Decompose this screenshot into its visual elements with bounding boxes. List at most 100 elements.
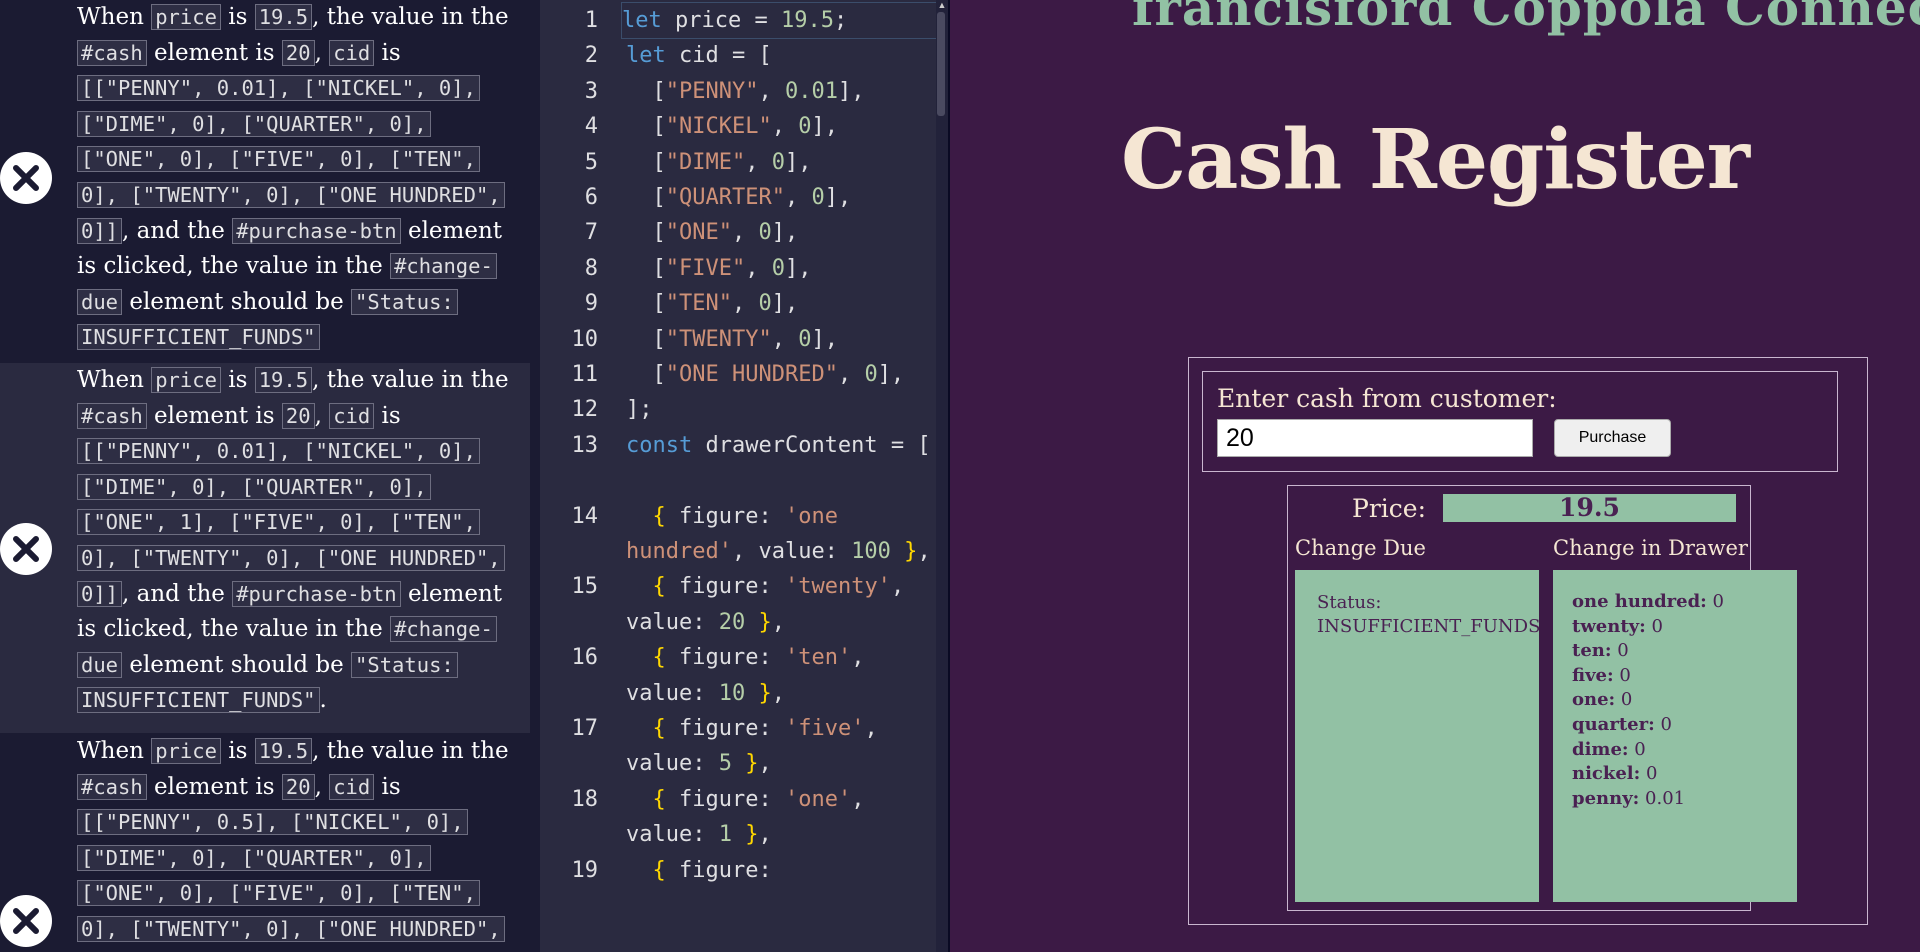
inline-code: price	[151, 367, 221, 393]
line-number: 14	[571, 503, 599, 529]
test-text: element is	[146, 773, 282, 800]
code-token: ],	[784, 149, 812, 175]
inline-code: cid	[329, 773, 375, 800]
code-token: 5	[718, 751, 732, 777]
code-token: 0	[811, 185, 825, 210]
code-token: [	[626, 114, 666, 140]
code-line[interactable]: ["NICKEL", 0],	[626, 109, 936, 144]
code-line[interactable]: const drawerContent = [	[626, 428, 936, 463]
code-token: }	[731, 751, 759, 777]
code-token: "NICKEL"	[665, 114, 772, 140]
line-number: 6	[584, 185, 598, 210]
page-title: Cash Register	[1121, 112, 1750, 208]
editor-scrollbar-thumb[interactable]	[937, 12, 945, 116]
code-token: ,	[837, 362, 865, 387]
code-token: figure:	[665, 857, 772, 883]
drawer-item-label: twenty:	[1572, 615, 1646, 637]
drawer-item-value: 0	[1645, 615, 1663, 637]
code-line[interactable]: let cid = [	[626, 38, 936, 73]
code-line[interactable]: ["ONE HUNDRED", 0],	[626, 357, 936, 392]
test-item: When price is 19.5, the value in the #ca…	[0, 0, 530, 362]
code-token: 'five'	[784, 716, 865, 741]
code-token: ;	[833, 8, 848, 33]
code-token: 0	[771, 255, 785, 281]
drawer-item: nickel: 0	[1572, 762, 1724, 787]
inline-code: cid	[329, 39, 375, 66]
code-token: ,	[758, 78, 785, 104]
code-token: const	[626, 432, 693, 458]
inline-code: #cash	[77, 402, 147, 429]
test-description: When price is 19.5, the value in the #ca…	[77, 363, 517, 719]
code-token: }	[745, 609, 772, 635]
inline-code: 20	[281, 402, 315, 429]
drawer-item-label: five:	[1572, 664, 1614, 686]
code-line[interactable]: { figure: 'one hundred', value: 100 },	[626, 499, 936, 570]
code-token: ,	[745, 255, 772, 281]
scroll-up-arrow-icon[interactable]: ▲	[936, 0, 948, 10]
code-token: [	[626, 220, 666, 246]
cash-label: Enter cash from customer:	[1217, 384, 1557, 413]
code-line[interactable]: { figure: 'five', value: 5 },	[626, 711, 936, 782]
drawer-item-value: 0	[1628, 738, 1646, 760]
code-token: }	[890, 539, 918, 564]
code-token: ],	[877, 362, 905, 387]
drawer-item-label: ten:	[1572, 640, 1612, 662]
code-line[interactable]: ["ONE", 0],	[626, 215, 936, 250]
code-token: {	[626, 857, 666, 883]
editor-scrollbar[interactable]	[936, 0, 948, 952]
code-token: ],	[824, 185, 852, 210]
code-token: ];	[626, 397, 653, 423]
test-text: , the value in the	[312, 4, 509, 30]
drawer-item: five: 0	[1572, 664, 1724, 689]
code-token: cid = [	[665, 43, 772, 69]
purchase-button[interactable]: Purchase	[1554, 419, 1671, 457]
line-number: 7	[584, 220, 598, 246]
code-token: figure:	[665, 786, 785, 812]
code-line[interactable]: let price = 19.5;	[621, 1, 937, 40]
code-token: 20	[718, 609, 746, 635]
code-token: ],	[771, 291, 799, 317]
code-token: [	[626, 362, 666, 387]
code-line[interactable]: { figure:	[626, 853, 936, 888]
drawer-list: one hundred: 0 twenty: 0 ten: 0 five: 0 one:…	[1572, 590, 1724, 811]
test-text: When	[77, 367, 152, 393]
price-label: Price:	[1352, 494, 1426, 523]
test-text: element is	[146, 39, 282, 66]
drawer-item-label: penny:	[1572, 787, 1640, 809]
line-number: 11	[571, 362, 599, 387]
drawer-item-value: 0	[1706, 591, 1725, 612]
code-line[interactable]: ["TWENTY", 0],	[626, 322, 936, 357]
code-token: ,	[731, 220, 759, 246]
code-line[interactable]: { figure: 'twenty', value: 20 },	[626, 569, 936, 640]
cash-input[interactable]	[1217, 419, 1533, 457]
code-line[interactable]: ["PENNY", 0.01],	[626, 74, 936, 109]
drawer-item-value: 0	[1615, 689, 1633, 711]
line-number: 9	[584, 291, 598, 317]
code-token: [	[626, 255, 666, 281]
code-token: [	[626, 149, 666, 175]
drawer-item-value: 0	[1654, 713, 1672, 735]
line-number: 15	[571, 574, 599, 600]
inline-code: 20	[281, 773, 315, 800]
test-item: When price is 19.5, the value in the #ca…	[0, 733, 530, 952]
fail-x-icon	[0, 895, 52, 947]
code-editor[interactable]: 1 2 3 4 5 6 7 8 9 10 11 12 13 14 15 16 17 18 19 let price …	[540, 0, 948, 952]
inline-code: 19.5	[254, 367, 313, 393]
code-token: 'ten'	[784, 645, 852, 671]
code-line[interactable]: ["TEN", 0],	[626, 286, 936, 321]
line-number: 19	[571, 857, 599, 883]
code-line[interactable]: { figure: 'one', value: 1 },	[626, 782, 936, 853]
code-token: ],	[837, 78, 865, 104]
drawer-item-value: 0	[1611, 640, 1629, 662]
code-line[interactable]: ["FIVE", 0],	[626, 251, 936, 286]
line-number: 1	[584, 8, 598, 33]
line-number: 5	[584, 149, 598, 175]
drawer-item-label: one hundred:	[1572, 591, 1707, 612]
code-line[interactable]: ["QUARTER", 0],	[626, 180, 936, 215]
code-token: ],	[784, 255, 812, 281]
code-line[interactable]: ["DIME", 0],	[626, 145, 936, 180]
code-line[interactable]: { figure: 'ten', value: 10 },	[626, 640, 936, 711]
test-text: is	[374, 402, 401, 429]
code-token: 10	[718, 680, 746, 706]
code-line[interactable]: ];	[626, 392, 936, 427]
